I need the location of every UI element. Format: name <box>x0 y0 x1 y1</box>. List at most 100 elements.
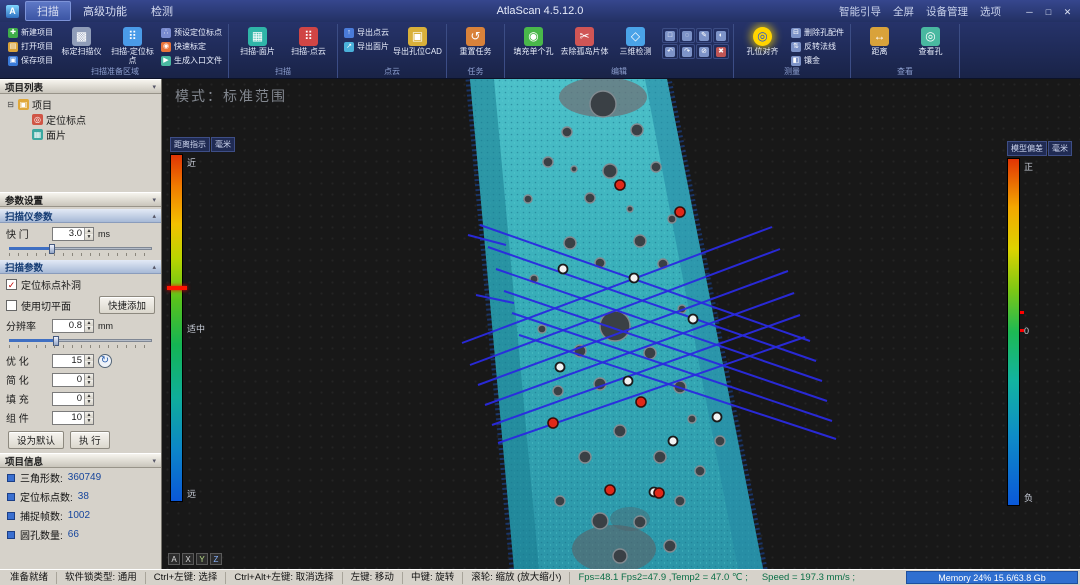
ribbon-button-calibrate-scanner-icon[interactable]: ▩标定扫描仪 <box>57 25 106 58</box>
project-list-header[interactable]: 项目列表 ▾ <box>0 79 161 94</box>
lasso-select-icon: ◌ <box>682 31 692 41</box>
quick-add-button[interactable]: 快捷添加 <box>99 296 155 314</box>
distance-gauge-unit[interactable]: 毫米 <box>211 137 235 152</box>
ribbon-button-export-cad-icon[interactable]: ▣导出孔位CAD <box>393 25 442 58</box>
fill-hole-icon: ◉ <box>524 27 543 46</box>
fullscreen-button[interactable]: 全屏 <box>893 4 914 19</box>
ribbon-button-hole-align-icon[interactable]: ◎孔位对齐 <box>738 25 787 58</box>
ribbon-group: ◉填充单个孔✂去除孤岛片体◇三维检测□◌✎◐↶↷⊘✖编辑 <box>505 24 734 78</box>
scan-markers-icon: ⠿ <box>123 27 142 46</box>
spinner-arrows[interactable]: ▲▼ <box>84 320 93 332</box>
ribbon-button-inspect-3d-icon[interactable]: ◇三维检测 <box>611 25 660 58</box>
ribbon-tool-deselect-icon[interactable]: ⊘ <box>696 44 712 59</box>
ribbon-button-export-mesh-icon[interactable]: ↗导出面片 <box>342 40 391 53</box>
ribbon-tool-rect-select-icon[interactable]: □ <box>662 28 678 43</box>
spinner-arrows[interactable]: ▲▼ <box>84 374 93 386</box>
tab-advanced[interactable]: 高级功能 <box>71 1 139 21</box>
ribbon-button-fill-hole-icon[interactable]: ◉填充单个孔 <box>509 25 558 58</box>
info-bullet-icon <box>7 512 15 520</box>
ribbon-button-scan-mesh-icon[interactable]: ▦扫描-面片 <box>233 25 282 58</box>
axis-button-a[interactable]: A <box>168 553 180 565</box>
speed-readout: Speed = 197.3 mm/s ; <box>756 572 861 583</box>
info-value: 1002 <box>68 510 90 521</box>
spinner-arrows[interactable]: ▲▼ <box>84 412 93 424</box>
title-bar: A 扫描 高级功能 检测 AtlaScan 4.5.12.0 智能引导 全屏 设… <box>0 0 1080 22</box>
tab-scan[interactable]: 扫描 <box>25 1 71 21</box>
spinner-arrows[interactable]: ▲▼ <box>84 355 93 367</box>
distance-gauge-title[interactable]: 距离指示 <box>170 137 210 152</box>
marker-fill-checkbox[interactable]: ✓ <box>6 279 17 290</box>
project-info-list: 三角形数:360749定位标点数:38捕捉帧数:1002圆孔数量:66 <box>0 468 161 544</box>
params-panel-header[interactable]: 参数设置 ▾ <box>0 192 161 207</box>
run-button[interactable]: 执 行 <box>70 431 110 449</box>
shutter-slider[interactable] <box>9 243 152 256</box>
ribbon-tool-undo-icon[interactable]: ↶ <box>662 44 678 59</box>
options-button[interactable]: 选项 <box>980 4 1001 19</box>
close-button[interactable]: ✕ <box>1059 4 1076 19</box>
ribbon-button-open-project-icon[interactable]: ▤打开项目 <box>6 40 55 53</box>
maximize-button[interactable]: □ <box>1040 4 1057 19</box>
component-input[interactable]: 10 ▲▼ <box>52 411 94 425</box>
set-default-button[interactable]: 设为默认 <box>8 431 64 449</box>
ribbon-tool-redo-icon[interactable]: ↷ <box>679 44 695 59</box>
axis-button-y[interactable]: Y <box>196 553 208 565</box>
ribbon-button-distance-icon[interactable]: ↔距离 <box>855 25 904 58</box>
tree-item-面片[interactable]: ▦面片 <box>2 127 159 142</box>
optimize-row: 优 化 15 ▲▼ ↻ <box>0 350 161 369</box>
ribbon-tool-invert-select-icon[interactable]: ◐ <box>713 28 729 43</box>
spinner-arrows[interactable]: ▲▼ <box>84 228 93 240</box>
scan-params-header[interactable]: 扫描参数 ▴ <box>0 260 161 274</box>
ribbon-button-remove-island-icon[interactable]: ✂去除孤岛片体 <box>560 25 609 58</box>
deviation-gauge-title[interactable]: 模型偏差 <box>1007 141 1047 156</box>
3d-viewport[interactable]: 模式：标准范围 距离指示 毫米 近 适中 远 <box>162 79 1080 569</box>
mode-label: 模式：标准范围 <box>175 86 287 106</box>
tree-item-项目[interactable]: ⊟▣项目 <box>2 97 159 112</box>
ribbon-button-export-pointcloud-icon[interactable]: ↑导出点云 <box>342 26 391 39</box>
ribbon-button-scan-markers-icon[interactable]: ⠿扫描-定位标点 <box>108 25 157 67</box>
minimize-button[interactable]: ─ <box>1021 4 1038 19</box>
ribbon-button-new-project-icon[interactable]: ✚新建项目 <box>6 26 55 39</box>
tab-inspect[interactable]: 检测 <box>139 1 185 21</box>
info-label: 圆孔数量: <box>20 527 63 542</box>
gauge-label-zero: 0 <box>1024 326 1029 336</box>
simplify-input[interactable]: 0 ▲▼ <box>52 373 94 387</box>
ribbon-tool-lasso-select-icon[interactable]: ◌ <box>679 28 695 43</box>
status-segment: 左键: 移动 <box>343 572 403 584</box>
ribbon-button-quick-calibrate-icon[interactable]: ◉快速标定 <box>159 40 224 53</box>
3d-scene[interactable] <box>162 79 1080 569</box>
axis-button-x[interactable]: X <box>182 553 194 565</box>
ribbon-button-flip-normals-icon[interactable]: ⇅反转法线 <box>789 40 846 53</box>
info-value: 38 <box>78 491 89 502</box>
deviation-gauge-unit[interactable]: 毫米 <box>1048 141 1072 156</box>
spinner-arrows[interactable]: ▲▼ <box>84 393 93 405</box>
ribbon-button-label: 反转法线 <box>804 41 836 52</box>
collapse-icon: ▾ <box>152 457 156 465</box>
tree-expander[interactable]: ⊟ <box>6 100 15 109</box>
brush-select-icon: ✎ <box>699 31 709 41</box>
ribbon-button-label: 扫描-定位标点 <box>108 47 157 65</box>
ribbon-group-label: 查看 <box>851 66 959 77</box>
ribbon-button-label: 去除孤岛片体 <box>561 47 609 56</box>
cut-plane-checkbox[interactable] <box>6 300 17 311</box>
shutter-input[interactable]: 3.0 ▲▼ <box>52 227 94 241</box>
scanner-params-header[interactable]: 扫描仪参数 ▴ <box>0 209 161 223</box>
smart-guide-button[interactable]: 智能引导 <box>839 4 881 19</box>
optimize-input[interactable]: 15 ▲▼ <box>52 354 94 368</box>
ribbon-tool-delete-icon[interactable]: ✖ <box>713 44 729 59</box>
device-manage-button[interactable]: 设备管理 <box>926 4 968 19</box>
project-info-header[interactable]: 项目信息 ▾ <box>0 453 161 468</box>
ribbon-button-view-hole-icon[interactable]: ◎查看孔 <box>906 25 955 58</box>
ribbon-button-delete-hole-icon[interactable]: ⊟删除孔配件 <box>789 26 846 39</box>
axis-button-z[interactable]: Z <box>210 553 222 565</box>
ribbon-tool-brush-select-icon[interactable]: ✎ <box>696 28 712 43</box>
refresh-icon[interactable]: ↻ <box>98 354 112 368</box>
fill-input[interactable]: 0 ▲▼ <box>52 392 94 406</box>
ribbon-group: ▦扫描-面片⠿扫描-点云扫描 <box>229 24 338 78</box>
ribbon-button-label: 导出点云 <box>357 27 389 38</box>
ribbon-button-reset-task-icon[interactable]: ↺重置任务 <box>451 25 500 58</box>
ribbon-button-preset-markers-icon[interactable]: ∴预设定位标点 <box>159 26 224 39</box>
tree-item-定位标点[interactable]: ◎定位标点 <box>2 112 159 127</box>
resolution-slider[interactable] <box>9 335 152 348</box>
resolution-input[interactable]: 0.8 ▲▼ <box>52 319 94 333</box>
ribbon-button-scan-pointcloud-icon[interactable]: ⠿扫描-点云 <box>284 25 333 58</box>
